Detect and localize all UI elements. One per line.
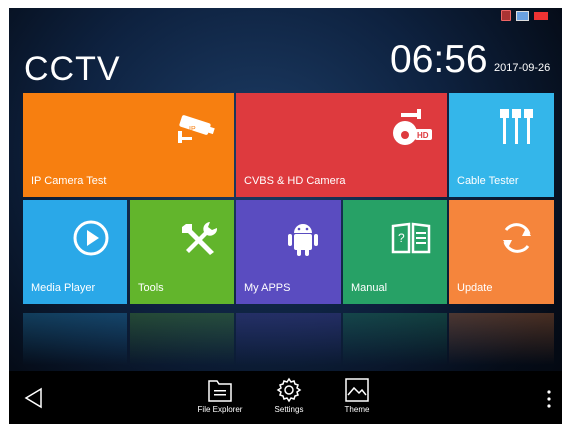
android-icon — [288, 224, 318, 256]
svg-text:?: ? — [398, 231, 405, 245]
tile-label: Media Player — [31, 282, 96, 294]
folder-icon — [208, 380, 232, 402]
home-screen: CCTV 06:56 2017-09-26 IP IP Camera Test … — [9, 8, 562, 424]
tile-media-player[interactable]: Media Player — [23, 200, 127, 304]
dock-label: Settings — [274, 405, 304, 414]
svg-text:HD: HD — [417, 131, 429, 140]
tile-reflection — [130, 313, 234, 365]
ip-camera-icon: IP — [178, 115, 215, 143]
tile-label: Tools — [138, 282, 164, 294]
tile-label: Update — [457, 282, 493, 294]
cable-connectors-icon — [500, 109, 533, 144]
dock-label: File Explorer — [197, 405, 243, 414]
tile-ip-camera-test[interactable]: IP IP Camera Test — [23, 93, 234, 197]
clock-time: 06:56 — [390, 38, 488, 81]
file-explorer-button[interactable]: File Explorer — [190, 377, 250, 414]
dock-label: Theme — [344, 405, 370, 414]
theme-icon — [345, 378, 369, 402]
tile-reflection — [23, 313, 127, 365]
tile-label: Cable Tester — [457, 175, 519, 187]
tile-label: CVBS & HD Camera — [244, 175, 346, 187]
bottom-dock: File Explorer Settings Theme — [9, 371, 562, 424]
gear-icon — [276, 377, 302, 403]
refresh-icon — [503, 223, 531, 253]
app-title: CCTV — [24, 50, 121, 88]
settings-button[interactable]: Settings — [259, 377, 319, 414]
svg-text:IP: IP — [189, 126, 196, 133]
tile-reflection — [343, 313, 447, 365]
clock-date: 2017-09-26 — [494, 62, 551, 74]
tile-cvbs-hd-camera[interactable]: HD CVBS & HD Camera — [236, 93, 447, 197]
tile-reflection — [236, 313, 341, 365]
tile-update[interactable]: Update — [449, 200, 554, 304]
tile-label: IP Camera Test — [31, 175, 107, 187]
hd-dome-camera-icon: HD — [393, 109, 432, 145]
network-icon — [516, 10, 529, 21]
back-triangle-icon — [24, 387, 42, 409]
book-icon: ? — [391, 222, 431, 254]
back-button[interactable] — [23, 387, 43, 414]
tile-my-apps[interactable]: My APPS — [236, 200, 341, 304]
tile-label: Manual — [351, 282, 388, 294]
status-bar — [501, 10, 548, 21]
tile-reflection — [449, 313, 554, 365]
tile-tools[interactable]: Tools — [130, 200, 234, 304]
tile-cable-tester[interactable]: Cable Tester — [449, 93, 554, 197]
theme-button[interactable]: Theme — [327, 377, 387, 414]
tile-label: My APPS — [244, 282, 291, 294]
more-vertical-icon — [547, 390, 551, 408]
sim-icon — [501, 10, 511, 21]
play-icon — [73, 220, 109, 256]
tile-manual[interactable]: ? Manual — [343, 200, 447, 304]
device-frame: CCTV 06:56 2017-09-26 IP IP Camera Test … — [0, 0, 562, 424]
tools-icon — [182, 222, 218, 255]
battery-icon — [534, 11, 548, 20]
more-button[interactable] — [546, 389, 552, 414]
